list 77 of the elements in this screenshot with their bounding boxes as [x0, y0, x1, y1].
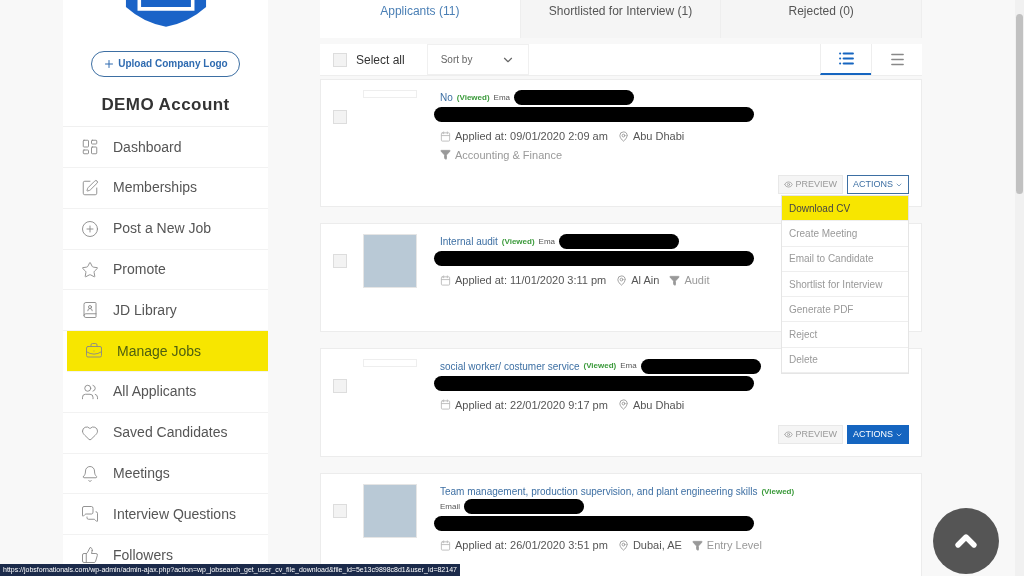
job-title-link[interactable]: social worker/ costumer service — [440, 358, 580, 374]
calendar-icon — [440, 539, 451, 551]
sidebar-item[interactable]: Manage Jobs — [67, 331, 268, 372]
heart-icon — [81, 423, 99, 442]
viewed-label: (Viewed) — [501, 235, 535, 248]
view-toggle[interactable] — [820, 44, 871, 75]
category-text: Audit — [684, 273, 710, 288]
actions-button[interactable]: ACTIONS — [847, 175, 909, 194]
menu-item[interactable]: Reject — [782, 322, 908, 348]
filter-icon — [691, 539, 703, 551]
viewed-label: (Viewed) — [761, 485, 795, 498]
bell-icon — [81, 464, 99, 483]
sidebar-item[interactable]: Meetings — [63, 453, 268, 495]
location-icon — [617, 539, 629, 551]
menu-item[interactable]: Generate PDF — [782, 297, 908, 323]
briefcase-icon — [85, 342, 103, 361]
actions-button[interactable]: ACTIONS — [847, 425, 909, 444]
email-label: Ema — [620, 360, 637, 372]
location-text: Al Ain — [631, 273, 660, 288]
menu-item[interactable]: Create Meeting — [782, 221, 908, 247]
location-icon — [617, 130, 629, 142]
viewed-label: (Viewed) — [583, 360, 617, 372]
thumbs-up-icon — [81, 546, 99, 565]
menu-item[interactable]: Email to Candidate — [782, 246, 908, 272]
location-text: Abu Dhabi — [632, 397, 685, 413]
filter-icon — [440, 149, 451, 161]
job-title-link[interactable]: Internal audit — [440, 234, 498, 249]
plus-circle-icon — [81, 219, 99, 238]
sidebar-item[interactable]: Saved Candidates — [63, 412, 268, 454]
calendar-icon — [440, 274, 451, 286]
sidebar-item[interactable]: All Applicants — [63, 372, 268, 413]
select-all-checkbox[interactable] — [333, 52, 347, 67]
menu-item[interactable]: Delete — [782, 347, 908, 374]
category-text: Accounting & Finance — [455, 147, 562, 163]
sort-dropdown[interactable]: Sort by — [426, 44, 529, 75]
filter-icon — [669, 274, 681, 286]
users-icon — [81, 382, 99, 401]
applicant-checkbox[interactable] — [333, 110, 347, 124]
sidebar-item[interactable]: Memberships — [63, 168, 268, 209]
chat-icon — [81, 505, 99, 524]
menu-item[interactable]: Shortlist for Interview — [782, 271, 908, 298]
applicant-checkbox[interactable] — [333, 254, 347, 268]
applied-date: Applied at: 09/01/2020 2:09 am — [455, 129, 608, 144]
category-text: Entry Level — [706, 538, 762, 553]
applied-date: Applied at: 26/01/2020 3:51 pm — [455, 538, 608, 553]
location-icon — [617, 399, 629, 411]
email-label: Ema — [538, 235, 556, 248]
calendar-icon — [440, 130, 451, 142]
location-text: Dubai, AE — [632, 538, 682, 553]
list-icon — [837, 50, 855, 67]
tab[interactable]: Applicants (11) — [320, 0, 521, 38]
viewed-label: (Viewed) — [456, 91, 490, 104]
email-label: Email — [440, 500, 460, 513]
plus-icon — [103, 57, 116, 70]
edit-icon — [81, 178, 99, 197]
select-all-label: Select all — [356, 51, 405, 69]
account-name: DEMO Account — [101, 93, 230, 116]
sidebar-item[interactable]: Post a New Job — [63, 208, 268, 250]
library-icon — [81, 301, 99, 320]
sidebar-item[interactable]: Interview Questions — [63, 494, 268, 536]
applied-date: Applied at: 22/01/2020 9:17 pm — [455, 397, 608, 413]
eye-icon — [784, 430, 794, 439]
eye-icon — [784, 180, 794, 189]
sidebar-item[interactable]: Promote — [63, 249, 268, 291]
calendar-icon — [440, 399, 451, 411]
menu-icon — [888, 51, 906, 68]
star-icon — [81, 260, 99, 279]
location-icon — [616, 274, 628, 286]
applicant-checkbox[interactable] — [333, 378, 347, 393]
email-label: Ema — [493, 91, 510, 104]
sidebar-item[interactable]: Dashboard — [63, 127, 268, 169]
menu-item[interactable]: Download CV — [782, 196, 908, 222]
applicant-checkbox[interactable] — [333, 504, 347, 518]
job-title-link[interactable]: Team management, production supervision, and plant engineering skills — [440, 484, 758, 499]
location-text: Abu Dhabi — [632, 129, 685, 144]
applied-date: Applied at: 11/01/2020 3:11 pm — [455, 273, 607, 288]
job-title-link[interactable]: No — [440, 90, 453, 105]
